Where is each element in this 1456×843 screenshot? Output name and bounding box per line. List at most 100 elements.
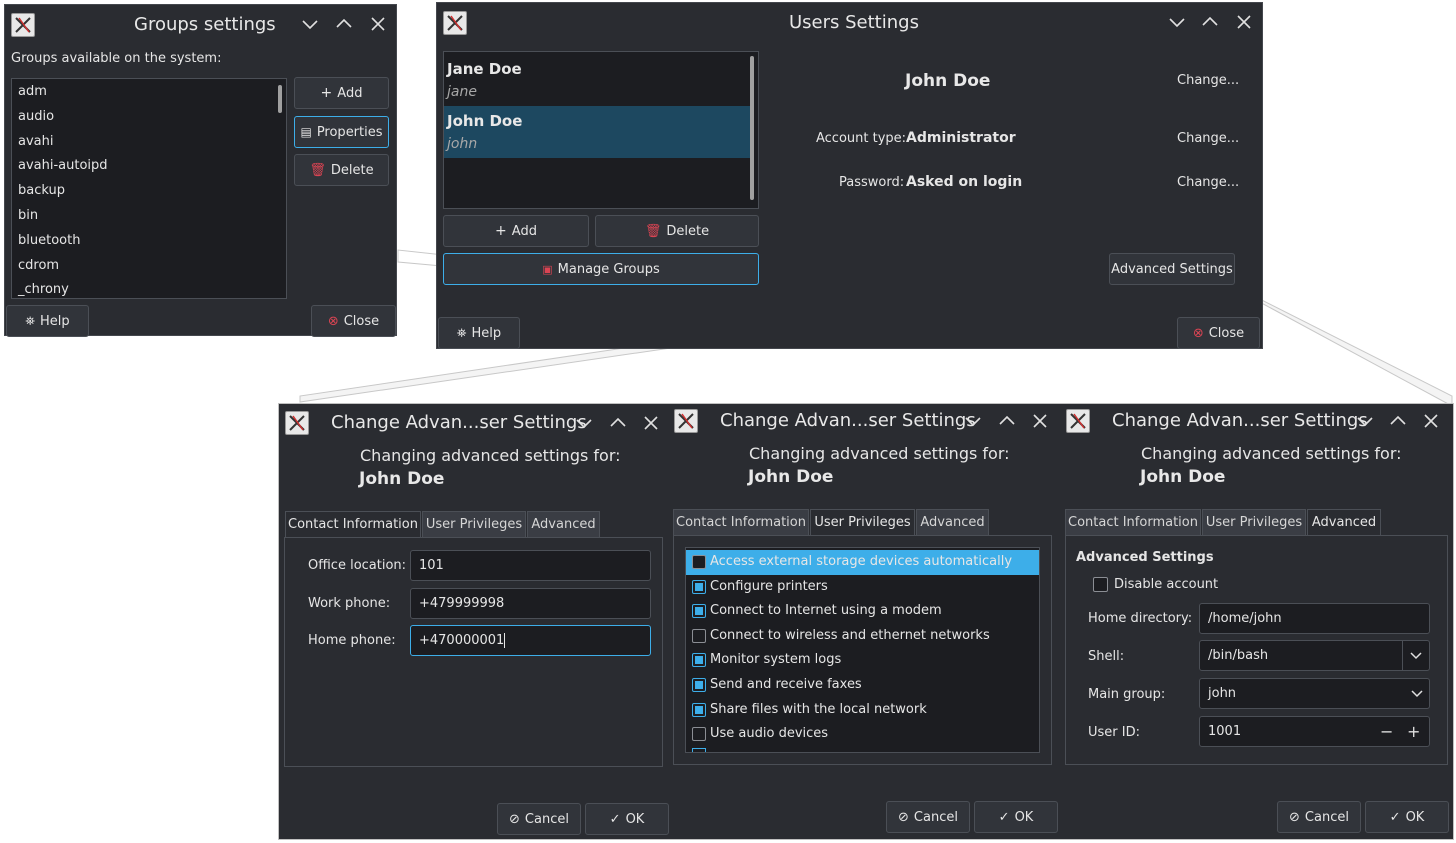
privilege-checkbox[interactable] bbox=[692, 653, 706, 668]
list-item[interactable]: John Doe john bbox=[444, 106, 750, 158]
list-item[interactable]: _chrony bbox=[12, 278, 286, 298]
account-type-label: Account type: bbox=[816, 131, 907, 146]
close-icon[interactable] bbox=[640, 412, 662, 434]
manage-groups-button[interactable]: ▣ Manage Groups bbox=[443, 253, 759, 285]
cancel-button[interactable]: ⊘ Cancel bbox=[1277, 801, 1361, 833]
close-button[interactable]: ⊗ Close bbox=[1177, 317, 1260, 349]
minimize-chevron-down-icon[interactable] bbox=[962, 410, 984, 432]
minimize-chevron-down-icon[interactable] bbox=[573, 412, 595, 434]
maximize-chevron-up-icon[interactable] bbox=[1387, 410, 1409, 432]
home-directory-input[interactable]: /home/john bbox=[1199, 603, 1430, 634]
maximize-chevron-up-icon[interactable] bbox=[333, 13, 355, 35]
delete-group-button[interactable]: 🗑 Delete bbox=[294, 154, 389, 186]
maximize-chevron-up-icon[interactable] bbox=[1199, 11, 1221, 33]
dialog-user-name: John Doe bbox=[359, 469, 445, 489]
ok-button[interactable]: ✓ OK bbox=[974, 801, 1058, 833]
groups-list[interactable]: adm audio avahi avahi-autoipd backup bin… bbox=[11, 78, 287, 299]
groups-titlebar: Groups settings bbox=[5, 5, 396, 45]
work-phone-input[interactable]: +479999998 bbox=[410, 588, 651, 619]
add-group-button[interactable]: + Add bbox=[294, 77, 389, 109]
list-item[interactable]: bin bbox=[12, 204, 286, 229]
list-item[interactable]: adm bbox=[12, 80, 286, 105]
close-button[interactable]: ⊗ Close bbox=[311, 305, 396, 337]
minimize-chevron-down-icon[interactable] bbox=[1166, 11, 1188, 33]
close-icon[interactable] bbox=[1233, 11, 1255, 33]
list-item[interactable]: Connect to Internet using a modem bbox=[686, 599, 1039, 624]
dialog-titlebar: Change Advan...ser Settings bbox=[670, 404, 1058, 444]
maximize-chevron-up-icon[interactable] bbox=[607, 412, 629, 434]
privilege-label: Connect to Internet using a modem bbox=[710, 603, 942, 619]
office-location-input[interactable]: 101 bbox=[410, 550, 651, 581]
ok-button[interactable]: ✓ OK bbox=[1365, 801, 1449, 833]
minimize-chevron-down-icon[interactable] bbox=[1354, 410, 1376, 432]
privilege-checkbox[interactable] bbox=[692, 727, 706, 742]
properties-button[interactable]: ▤ Properties bbox=[294, 116, 389, 148]
tab-contact-information[interactable]: Contact Information bbox=[285, 511, 421, 538]
list-item[interactable]: Access external storage devices automati… bbox=[686, 550, 1039, 575]
list-item[interactable]: bluetooth bbox=[12, 229, 286, 254]
help-button[interactable]: ⛯ Help bbox=[438, 317, 520, 349]
close-icon[interactable] bbox=[1029, 410, 1051, 432]
scrollbar-thumb[interactable] bbox=[278, 85, 282, 113]
tab-user-privileges[interactable]: User Privileges bbox=[1202, 509, 1306, 536]
maximize-chevron-up-icon[interactable] bbox=[996, 410, 1018, 432]
plus-icon[interactable]: + bbox=[1407, 717, 1420, 746]
privilege-checkbox[interactable] bbox=[692, 579, 706, 594]
selected-user-name: John Doe bbox=[905, 71, 991, 91]
list-item[interactable]: cdrom bbox=[12, 254, 286, 279]
cancel-button[interactable]: ⊘ Cancel bbox=[886, 801, 970, 833]
user-id-spinbox[interactable]: 1001 − + bbox=[1199, 716, 1430, 747]
home-phone-input[interactable]: +470000001 bbox=[410, 625, 651, 656]
checkmark-icon: ✓ bbox=[1389, 809, 1401, 825]
list-item[interactable]: Share files with the local network bbox=[686, 698, 1039, 723]
privilege-checkbox[interactable] bbox=[692, 702, 706, 717]
privileges-list[interactable]: Access external storage devices automati… bbox=[685, 547, 1040, 753]
minus-icon[interactable]: − bbox=[1380, 717, 1393, 746]
list-item[interactable]: backup bbox=[12, 179, 286, 204]
privilege-checkbox[interactable] bbox=[692, 628, 706, 643]
help-button[interactable]: ⛯ Help bbox=[6, 305, 89, 337]
help-lifebuoy-icon: ⛯ bbox=[25, 313, 35, 328]
main-group-select[interactable]: john bbox=[1199, 678, 1430, 709]
list-item[interactable]: Connect to wireless and ethernet network… bbox=[686, 624, 1039, 649]
tab-advanced[interactable]: Advanced bbox=[916, 509, 989, 536]
minimize-chevron-down-icon[interactable] bbox=[299, 13, 321, 35]
list-item[interactable]: Jane Doe jane bbox=[444, 54, 750, 106]
list-item[interactable]: Monitor system logs bbox=[686, 648, 1039, 673]
properties-icon: ▤ bbox=[300, 125, 312, 139]
close-icon[interactable] bbox=[1420, 410, 1442, 432]
main-group-label: Main group: bbox=[1088, 687, 1166, 702]
add-user-button[interactable]: + Add bbox=[443, 215, 589, 247]
tab-contact-information[interactable]: Contact Information bbox=[1065, 509, 1201, 536]
change-name-link[interactable]: Change... bbox=[1177, 73, 1239, 88]
chevron-down-icon[interactable] bbox=[1409, 649, 1423, 663]
list-item[interactable]: avahi bbox=[12, 130, 286, 155]
change-account-type-link[interactable]: Change... bbox=[1177, 131, 1239, 146]
scrollbar-thumb[interactable] bbox=[750, 56, 754, 200]
tab-user-privileges[interactable]: User Privileges bbox=[810, 509, 915, 536]
changing-for-text: Changing advanced settings for: bbox=[1141, 444, 1402, 463]
tab-advanced[interactable]: Advanced bbox=[1307, 509, 1381, 536]
privilege-checkbox[interactable] bbox=[692, 604, 706, 619]
close-icon[interactable] bbox=[367, 13, 389, 35]
cancel-button[interactable]: ⊘ Cancel bbox=[497, 803, 581, 835]
privilege-label: Access external storage devices automati… bbox=[710, 554, 1013, 569]
shell-combo[interactable]: /bin/bash bbox=[1199, 640, 1430, 671]
list-item[interactable]: Send and receive faxes bbox=[686, 673, 1039, 698]
users-list[interactable]: Jane Doe jane John Doe john bbox=[443, 51, 759, 209]
privilege-checkbox[interactable] bbox=[692, 555, 706, 569]
list-item[interactable]: audio bbox=[12, 105, 286, 130]
tab-user-privileges[interactable]: User Privileges bbox=[422, 511, 526, 538]
cancel-icon: ⊘ bbox=[1289, 809, 1300, 825]
list-item[interactable]: Configure printers bbox=[686, 575, 1039, 600]
list-item[interactable]: avahi-autoipd bbox=[12, 154, 286, 179]
change-password-link[interactable]: Change... bbox=[1177, 175, 1239, 190]
list-item[interactable]: Use audio devices bbox=[686, 722, 1039, 747]
tab-advanced[interactable]: Advanced bbox=[527, 511, 600, 538]
privilege-checkbox[interactable] bbox=[692, 678, 706, 692]
advanced-settings-button[interactable]: Advanced Settings bbox=[1109, 253, 1235, 285]
delete-user-button[interactable]: 🗑 Delete bbox=[595, 215, 759, 247]
tab-contact-information[interactable]: Contact Information bbox=[673, 509, 809, 536]
disable-account-checkbox[interactable] bbox=[1093, 577, 1108, 592]
ok-button[interactable]: ✓ OK bbox=[585, 803, 669, 835]
